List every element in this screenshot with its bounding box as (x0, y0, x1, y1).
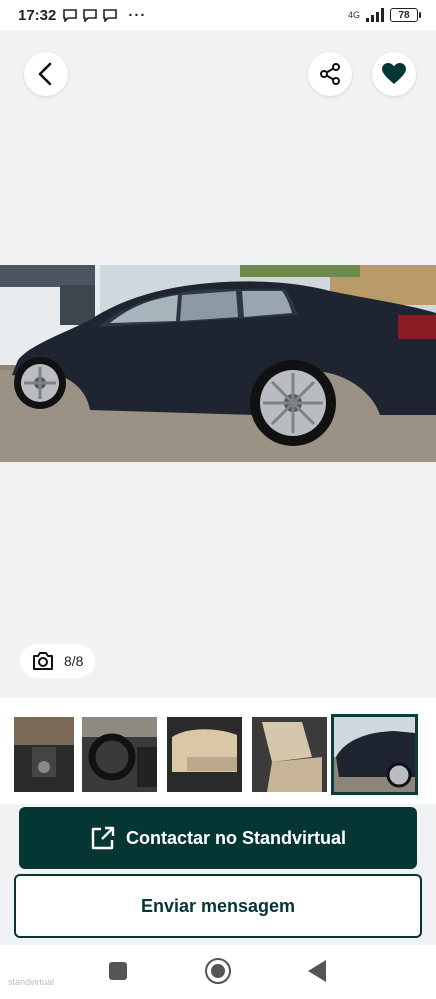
more-notifications: ··· (128, 6, 147, 24)
contact-standvirtual-button[interactable]: Contactar no Standvirtual (19, 807, 417, 869)
external-link-icon (91, 826, 115, 850)
chat-notification-icon (83, 9, 98, 22)
heart-icon (382, 63, 406, 84)
thumbnail-image (167, 717, 242, 792)
photo-gallery[interactable]: 8/8 (0, 30, 436, 698)
car-photo[interactable] (0, 265, 436, 462)
send-message-label: Enviar mensagem (140, 895, 296, 916)
thumbnail-image (334, 717, 415, 792)
network-type: 4G (347, 10, 360, 20)
camera-icon (33, 652, 53, 670)
favorite-button[interactable] (372, 52, 416, 96)
status-bar: 17:32 ··· 4G 78 (0, 0, 436, 30)
system-nav-bar: standvirtual (0, 945, 436, 999)
photo-counter-text: 8/8 (64, 653, 84, 669)
battery-icon: 78 (390, 8, 421, 22)
thumbnail-item[interactable] (252, 717, 327, 792)
thumbnail-strip (0, 698, 436, 804)
home-button[interactable] (205, 958, 231, 984)
share-button[interactable] (308, 52, 352, 96)
recent-apps-button[interactable] (109, 962, 127, 980)
back-nav-button[interactable] (308, 960, 326, 982)
thumbnail-image (82, 717, 157, 792)
chat-notification-icon (63, 9, 78, 22)
thumbnail-image (14, 717, 74, 792)
thumbnail-item[interactable] (167, 717, 242, 792)
battery-level: 78 (398, 9, 410, 21)
photo-counter: 8/8 (20, 644, 96, 678)
thumbnail-image (252, 717, 327, 792)
chevron-left-icon (38, 62, 52, 86)
back-button[interactable] (24, 52, 68, 96)
send-message-button[interactable]: Enviar mensagem (14, 874, 422, 938)
car-image (0, 265, 436, 462)
chat-notification-icon (103, 9, 118, 22)
contact-button-label: Contactar no Standvirtual (125, 827, 347, 848)
status-right: 4G 78 (347, 8, 421, 22)
watermark-text: standvirtual (8, 977, 55, 987)
status-time: 17:32 (18, 6, 57, 24)
thumbnail-item[interactable] (14, 717, 74, 792)
thumbnail-item[interactable] (82, 717, 157, 792)
share-icon (320, 63, 340, 85)
signal-icon (366, 8, 384, 22)
thumbnail-item-selected[interactable] (331, 714, 418, 795)
